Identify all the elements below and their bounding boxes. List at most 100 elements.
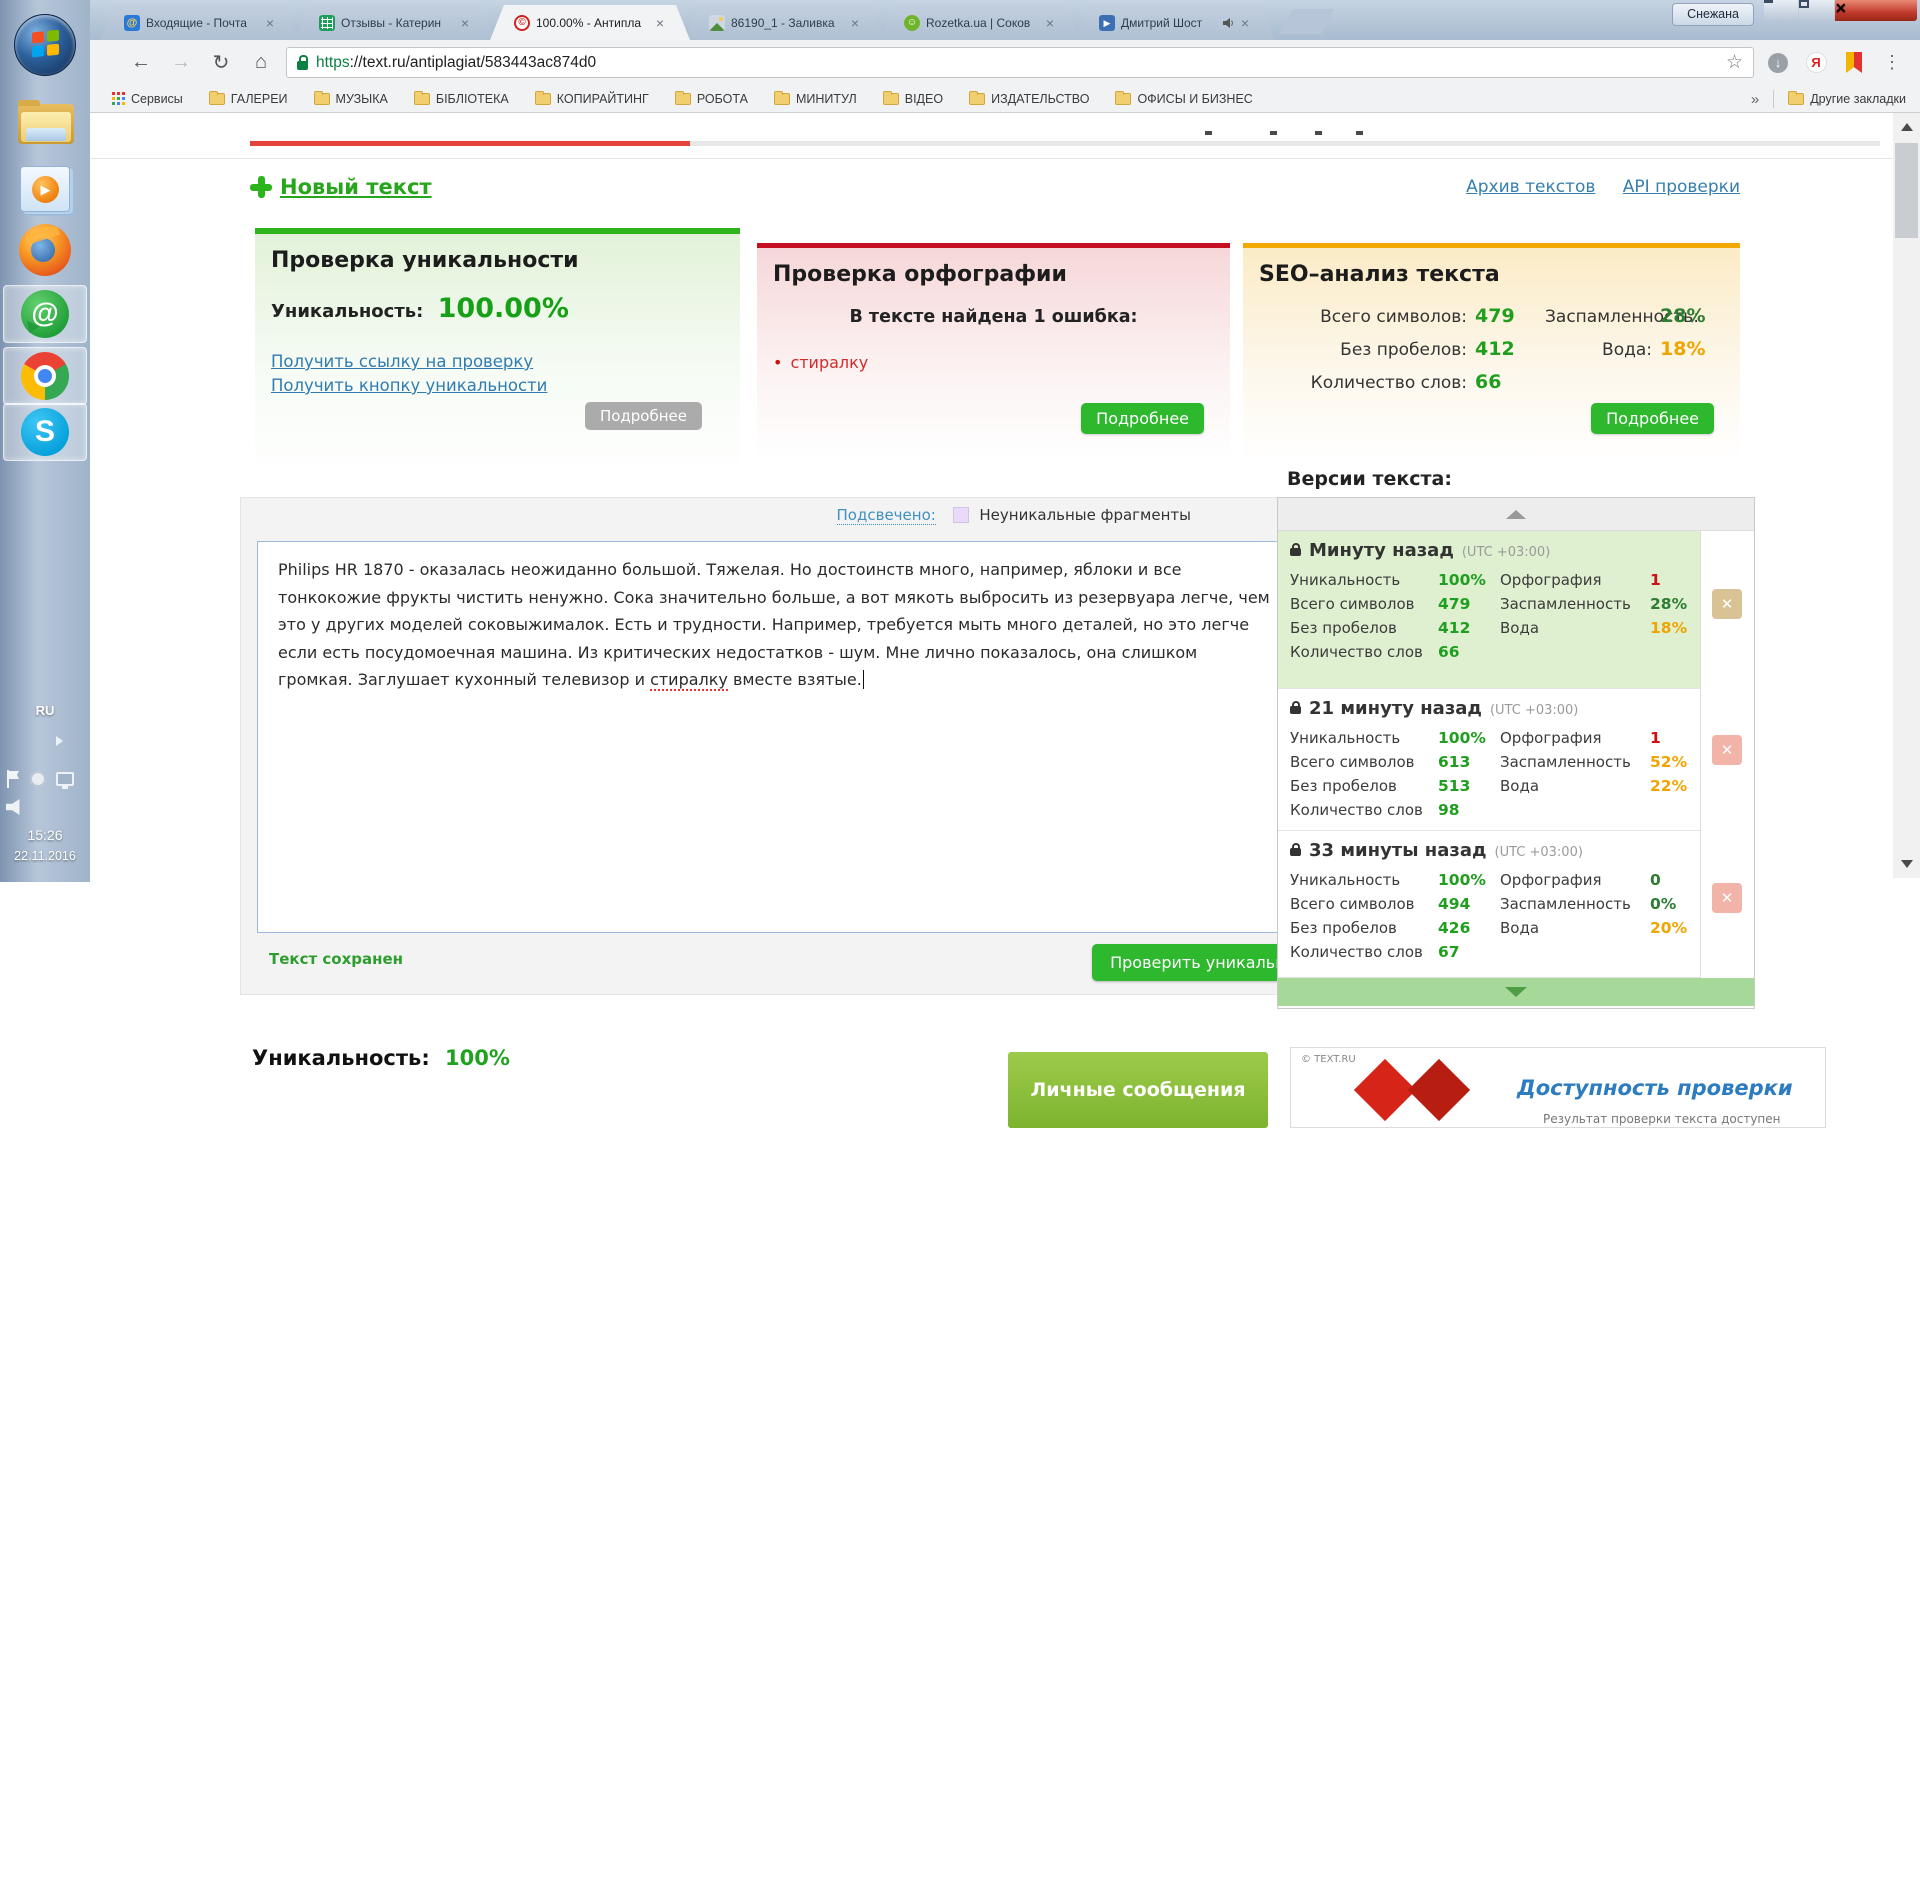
close-button[interactable]: ✕ xyxy=(1835,0,1917,21)
reload-button[interactable]: ↻ xyxy=(206,48,236,78)
text-editor[interactable]: Philips HR 1870 - оказалась неожиданно б… xyxy=(257,541,1297,933)
spam-value: 28% xyxy=(1660,305,1706,327)
bookmark-star-icon[interactable]: ☆ xyxy=(1726,51,1743,74)
tab-close-icon[interactable]: × xyxy=(1046,16,1054,30)
tab-mail[interactable]: @ Входящие - Почта × xyxy=(100,5,300,40)
tab-title: 100.00% - Антипла xyxy=(536,15,642,30)
chrome-menu-icon[interactable]: ⋮ xyxy=(1878,49,1906,77)
display-icon[interactable] xyxy=(56,772,74,789)
scrollbar[interactable] xyxy=(1893,113,1920,878)
bookmark-folder[interactable]: РОБОТА xyxy=(674,90,748,106)
versions-title: Версии текста: xyxy=(1287,468,1452,490)
card-title: Проверка уникальности xyxy=(271,248,579,273)
profile-button[interactable]: Снежана xyxy=(1672,3,1754,26)
bookmark-folder[interactable]: ВІДЕО xyxy=(882,90,944,106)
secure-lock-icon[interactable] xyxy=(297,54,308,70)
clock-date[interactable]: 22.11.2016 xyxy=(0,849,90,863)
url-text[interactable]: https://text.ru/antiplagiat/583443ac874d… xyxy=(316,54,1718,72)
bookmark-folder[interactable]: КОПИРАЙТИНГ xyxy=(534,90,649,106)
version-entry[interactable]: Минуту назад (UTC +03:00) Уникальность 10… xyxy=(1278,531,1700,689)
uniqueness-value: 100.00% xyxy=(437,293,569,324)
tab-audio-icon[interactable] xyxy=(1222,17,1235,29)
sheets-favicon xyxy=(319,14,335,31)
tab-youtube[interactable]: ▶ Дмитрий Шост × xyxy=(1075,5,1275,40)
tab-image[interactable]: 86190_1 - Заливка × xyxy=(685,5,885,40)
home-button[interactable]: ⌂ xyxy=(246,48,276,78)
uniqueness-more-button[interactable]: Подробнее xyxy=(584,402,702,430)
bookmark-folder[interactable]: ИЗДАТЕЛЬСТВО xyxy=(969,90,1089,106)
delete-version-icon[interactable]: ✕ xyxy=(1712,735,1742,765)
windows-start-button[interactable] xyxy=(14,14,76,76)
bookmark-folder[interactable]: БІБЛІОТЕКА xyxy=(413,90,509,106)
words-label: Количество слов: xyxy=(1310,373,1467,393)
action-center-flag-icon[interactable] xyxy=(6,770,20,788)
chrome-icon[interactable] xyxy=(21,352,69,400)
minimize-button[interactable] xyxy=(1764,0,1798,21)
mailru-agent-icon[interactable]: @ xyxy=(21,290,69,338)
download-extension-icon[interactable]: ↓ xyxy=(1764,49,1792,77)
tab-title: Входящие - Почта xyxy=(146,15,247,30)
maximize-button[interactable] xyxy=(1799,0,1834,21)
bookmark-services[interactable]: Сервисы xyxy=(112,92,183,106)
nospace-value: 412 xyxy=(1475,338,1515,360)
versions-collapse-button[interactable] xyxy=(1278,498,1754,531)
bookmark-folder[interactable]: МУЗЫКА xyxy=(313,90,388,106)
tab-close-icon[interactable]: × xyxy=(656,16,664,30)
new-text-link[interactable]: Новый текст xyxy=(250,175,432,199)
folder-icon xyxy=(1788,91,1805,105)
explorer-icon[interactable] xyxy=(18,100,74,144)
scrollbar-thumb[interactable] xyxy=(1895,143,1918,238)
new-tab-button[interactable] xyxy=(1279,9,1335,34)
tab-sheets[interactable]: Отзывы - Катерин × xyxy=(295,5,495,40)
tab-close-icon[interactable]: × xyxy=(1241,16,1249,30)
versions-scroll-down-button[interactable] xyxy=(1278,978,1754,1006)
other-bookmarks[interactable]: Другие закладки xyxy=(1788,91,1906,106)
get-badge-link[interactable]: Получить кнопку уникальности xyxy=(271,374,740,398)
folder-icon xyxy=(1115,90,1132,105)
bookmarks-overflow-icon[interactable]: » xyxy=(1751,91,1759,108)
firefox-icon[interactable] xyxy=(19,224,71,276)
api-link[interactable]: API проверки xyxy=(1623,177,1740,197)
version-entry[interactable]: 21 минуту назад (UTC +03:00) Уникальност… xyxy=(1278,689,1700,831)
bookmark-label: ВІДЕО xyxy=(904,91,944,106)
spelling-more-button[interactable]: Подробнее xyxy=(1081,403,1204,434)
misspelled-word[interactable]: стиралку xyxy=(650,670,728,691)
yandex-extension-icon[interactable]: Я xyxy=(1802,49,1830,77)
media-player-icon[interactable]: ▶ xyxy=(20,166,70,212)
back-button[interactable]: ← xyxy=(126,48,156,78)
get-check-link[interactable]: Получить ссылку на проверку xyxy=(271,350,740,374)
version-entry[interactable]: 33 минуты назад (UTC +03:00) Уникальност… xyxy=(1278,831,1700,978)
bookmark-folder[interactable]: МИНИТУЛ xyxy=(773,90,857,106)
tab-antiplagiat-active[interactable]: © 100.00% - Антипла × xyxy=(490,5,690,40)
clock-time[interactable]: 15:26 xyxy=(0,827,90,843)
archive-link[interactable]: Архив текстов xyxy=(1466,177,1595,197)
rozetka-favicon: ☺ xyxy=(904,14,920,31)
volume-icon[interactable] xyxy=(6,799,20,815)
language-indicator[interactable]: RU xyxy=(0,703,90,718)
tray-expand-icon[interactable] xyxy=(56,736,68,746)
bookmark-label: БІБЛІОТЕКА xyxy=(435,91,509,106)
network-icon[interactable] xyxy=(30,771,46,787)
tab-close-icon[interactable]: × xyxy=(461,16,469,30)
apps-grid-icon xyxy=(112,92,125,105)
tab-close-icon[interactable]: × xyxy=(266,16,274,30)
scroll-down-button[interactable] xyxy=(1893,850,1920,878)
scroll-up-button[interactable] xyxy=(1893,113,1920,141)
delete-version-icon[interactable]: ✕ xyxy=(1712,589,1742,619)
bookmark-folder[interactable]: ГАЛЕРЕИ xyxy=(208,90,288,106)
spelling-error-item[interactable]: стиралку xyxy=(773,353,1230,372)
delete-version-icon[interactable]: ✕ xyxy=(1712,883,1742,913)
seo-more-button[interactable]: Подробнее xyxy=(1591,403,1714,434)
skype-icon[interactable]: S xyxy=(21,408,69,456)
chevron-up-icon xyxy=(1506,509,1526,519)
tab-close-icon[interactable]: × xyxy=(851,16,859,30)
desktop: ▶ @ S RU 15:26 22.11.2016 @ Входящие - П… xyxy=(0,0,1920,1898)
address-bar[interactable]: https://text.ru/antiplagiat/583443ac874d… xyxy=(286,47,1754,78)
messages-button[interactable]: Личные сообщения xyxy=(1008,1052,1268,1128)
bookmark-folder[interactable]: ОФИСЫ И БИЗНЕС xyxy=(1115,90,1253,106)
bookmark-ribbon-extension-icon[interactable] xyxy=(1840,49,1868,77)
saved-status: Текст сохранен xyxy=(269,950,404,968)
forward-button[interactable]: → xyxy=(166,48,196,78)
highlighted-link[interactable]: Подсвечено: xyxy=(836,506,936,525)
tab-rozetka[interactable]: ☺ Rozetka.ua | Соков × xyxy=(880,5,1080,40)
